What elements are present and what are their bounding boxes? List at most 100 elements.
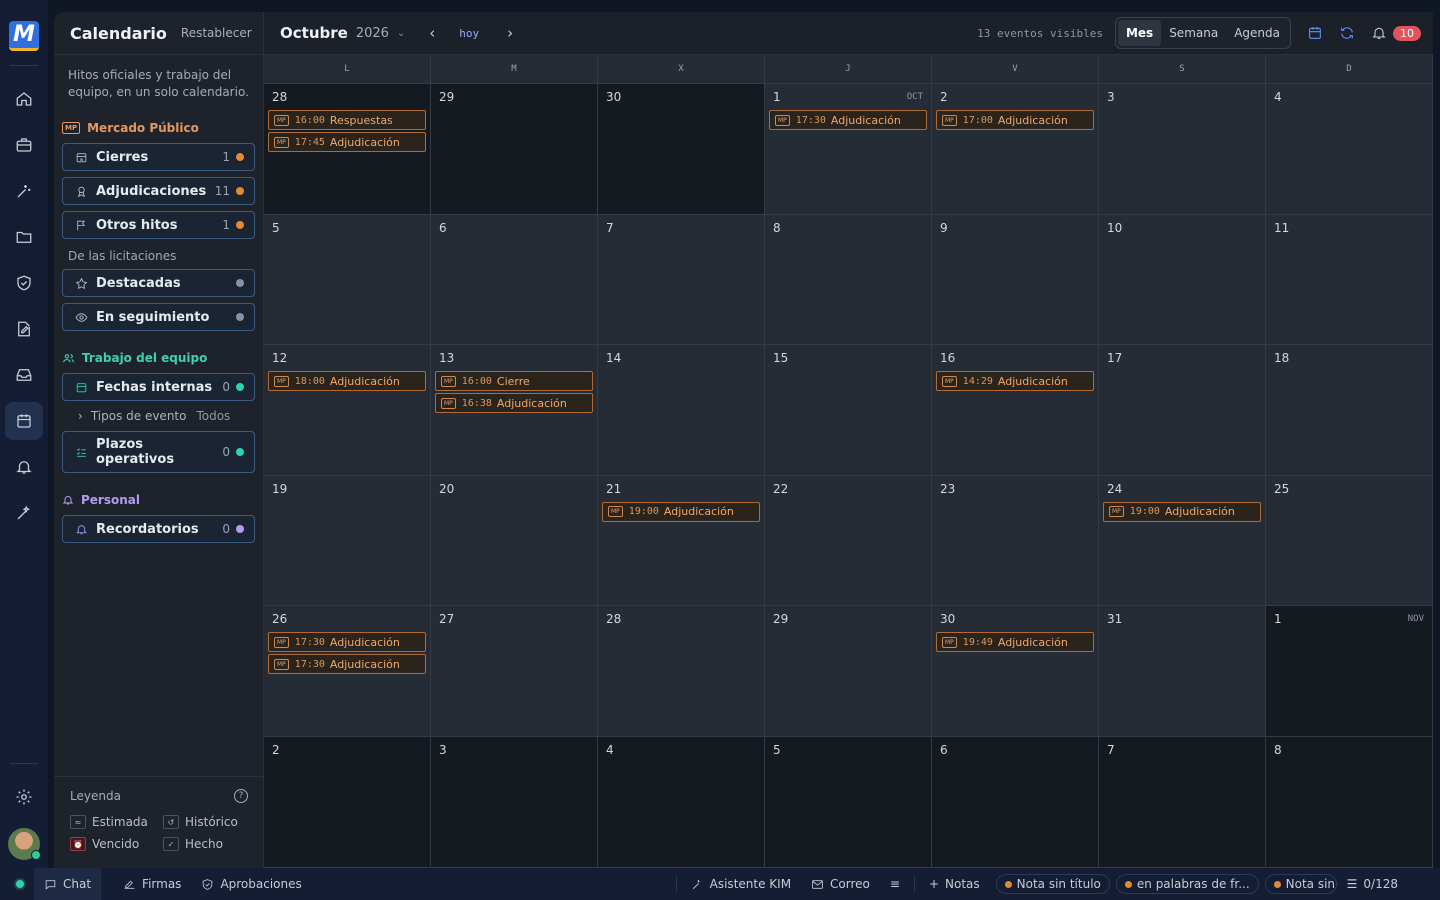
note-chip[interactable]: en palabras de fr...: [1115, 874, 1259, 894]
calendar-event[interactable]: MP 16:00 Respuestas: [268, 110, 426, 130]
day-cell[interactable]: 12 MP 18:00 Adjudicación: [264, 345, 431, 476]
day-cell[interactable]: 4: [598, 736, 765, 868]
day-cell[interactable]: 6: [431, 214, 598, 346]
day-cell[interactable]: 17: [1099, 345, 1266, 476]
menu-icon[interactable]: ≡: [880, 868, 910, 900]
day-cell[interactable]: 24 MP 19:00 Adjudicación: [1099, 475, 1266, 607]
day-cell[interactable]: 22: [765, 475, 932, 607]
day-cell[interactable]: 5: [264, 214, 431, 346]
prev-month-button[interactable]: ‹: [429, 24, 435, 42]
calendar-event[interactable]: MP 19:00 Adjudicación: [602, 501, 760, 522]
shield-check-icon[interactable]: [5, 264, 43, 302]
filter-en-seguimiento[interactable]: En seguimiento: [62, 303, 255, 331]
calendar-event[interactable]: MP 16:00 Cierre: [435, 371, 593, 392]
event-types-toggle[interactable]: › Tipos de evento Todos: [54, 407, 263, 431]
day-cell[interactable]: 29: [431, 84, 598, 215]
calendar-sync-icon[interactable]: [1307, 25, 1323, 41]
day-cell[interactable]: 8: [765, 214, 932, 346]
note-chip[interactable]: Nota sin: [1264, 874, 1337, 894]
day-cell[interactable]: 1 OCT MP 17:30 Adjudicación: [765, 84, 932, 215]
day-cell[interactable]: 13 MP 16:00 Cierre MP 16:38 Adjudicación: [431, 345, 598, 476]
day-cell[interactable]: 4: [1266, 84, 1433, 215]
day-cell[interactable]: 7: [1099, 736, 1266, 868]
day-cell[interactable]: 15: [765, 345, 932, 476]
day-cell[interactable]: 21 MP 19:00 Adjudicación: [598, 475, 765, 607]
user-avatar[interactable]: [8, 828, 41, 860]
day-cell[interactable]: 16 MP 14:29 Adjudicación: [932, 345, 1099, 476]
day-cell[interactable]: 11: [1266, 214, 1433, 346]
filter-cierres[interactable]: Cierres 1: [62, 143, 255, 171]
correo-button[interactable]: Correo: [801, 868, 880, 900]
day-cell[interactable]: 10: [1099, 214, 1266, 346]
day-cell[interactable]: 20: [431, 475, 598, 607]
calendar-event[interactable]: MP 19:00 Adjudicación: [1103, 501, 1261, 522]
day-cell[interactable]: 3: [431, 736, 598, 868]
day-cell[interactable]: 27: [431, 606, 598, 737]
reset-button[interactable]: Restablecer: [181, 26, 252, 40]
note-chip[interactable]: Nota sin título: [995, 874, 1110, 894]
folder-icon[interactable]: [5, 218, 43, 256]
calendar-event[interactable]: MP 17:45 Adjudicación: [268, 132, 426, 152]
next-month-button[interactable]: ›: [507, 24, 513, 42]
calendar-event[interactable]: MP 17:30 Adjudicación: [268, 632, 426, 653]
refresh-icon[interactable]: [1339, 25, 1355, 41]
day-cell[interactable]: 1 NOV: [1266, 606, 1433, 737]
day-cell[interactable]: 30 MP 19:49 Adjudicación: [932, 606, 1099, 737]
day-cell[interactable]: 30: [598, 84, 765, 215]
calendar-event[interactable]: MP 18:00 Adjudicación: [268, 371, 426, 392]
briefcase-icon[interactable]: [5, 126, 43, 164]
day-cell[interactable]: 5: [765, 736, 932, 868]
day-cell[interactable]: 2: [264, 736, 431, 868]
filter-destacadas[interactable]: Destacadas: [62, 269, 255, 297]
chevron-down-icon[interactable]: ⌄: [397, 28, 405, 39]
day-cell[interactable]: 3: [1099, 84, 1266, 215]
day-cell[interactable]: 28 MP 16:00 Respuestas MP 17:45 Adjudicación: [264, 84, 431, 215]
year-selector[interactable]: 2026: [356, 26, 389, 41]
notification-badge[interactable]: 10: [1393, 25, 1421, 41]
day-cell[interactable]: 31: [1099, 606, 1266, 737]
day-cell[interactable]: 25: [1266, 475, 1433, 607]
bell-icon[interactable]: [1371, 25, 1387, 41]
day-cell[interactable]: 9: [932, 214, 1099, 346]
edit-document-icon[interactable]: [5, 310, 43, 348]
filter-otros-hitos[interactable]: Otros hitos 1: [62, 211, 255, 239]
day-cell[interactable]: 26 MP 17:30 Adjudicación MP 17:30 Adjudicación: [264, 606, 431, 737]
asistente-button[interactable]: Asistente KIM: [681, 868, 801, 900]
calendar-event[interactable]: MP 17:30 Adjudicación: [769, 110, 927, 130]
notas-button[interactable]: + Notas: [919, 868, 990, 900]
home-icon[interactable]: [5, 80, 43, 118]
day-cell[interactable]: 18: [1266, 345, 1433, 476]
settings-icon[interactable]: [5, 778, 43, 816]
calendar-event[interactable]: MP 19:49 Adjudicación: [936, 632, 1094, 653]
day-cell[interactable]: 2 MP 17:00 Adjudicación: [932, 84, 1099, 215]
magic-wand-icon[interactable]: [5, 494, 43, 532]
filter-adjudicaciones[interactable]: Adjudicaciones 11: [62, 177, 255, 205]
day-cell[interactable]: 28: [598, 606, 765, 737]
day-cell[interactable]: 7: [598, 214, 765, 346]
calendar-icon[interactable]: [5, 402, 43, 440]
view-agenda-button[interactable]: Agenda: [1226, 20, 1288, 46]
chat-button[interactable]: Chat: [34, 868, 102, 900]
sparkle-wand-icon[interactable]: [5, 172, 43, 210]
calendar-event[interactable]: MP 17:30 Adjudicación: [268, 654, 426, 675]
help-circle-icon[interactable]: ?: [234, 789, 248, 803]
day-cell[interactable]: 8: [1266, 736, 1433, 868]
today-button[interactable]: hoy: [459, 27, 479, 40]
inbox-icon[interactable]: [5, 356, 43, 394]
aprobaciones-button[interactable]: Aprobaciones: [191, 868, 311, 900]
bell-icon[interactable]: [5, 448, 43, 486]
calendar-event[interactable]: MP 14:29 Adjudicación: [936, 371, 1094, 392]
filter-recordatorios[interactable]: Recordatorios 0: [62, 515, 255, 543]
calendar-event[interactable]: MP 17:00 Adjudicación: [936, 110, 1094, 130]
firmas-button[interactable]: Firmas: [113, 868, 191, 900]
calendar-event[interactable]: MP 16:38 Adjudicación: [435, 393, 593, 414]
day-cell[interactable]: 29: [765, 606, 932, 737]
day-cell[interactable]: 14: [598, 345, 765, 476]
day-cell[interactable]: 23: [932, 475, 1099, 607]
filter-plazos-operativos[interactable]: Plazos operativos 0: [62, 431, 255, 473]
day-cell[interactable]: 6: [932, 736, 1099, 868]
app-logo[interactable]: M: [9, 21, 39, 51]
day-cell[interactable]: 19: [264, 475, 431, 607]
view-week-button[interactable]: Semana: [1161, 20, 1226, 46]
filter-fechas-internas[interactable]: Fechas internas 0: [62, 373, 255, 401]
